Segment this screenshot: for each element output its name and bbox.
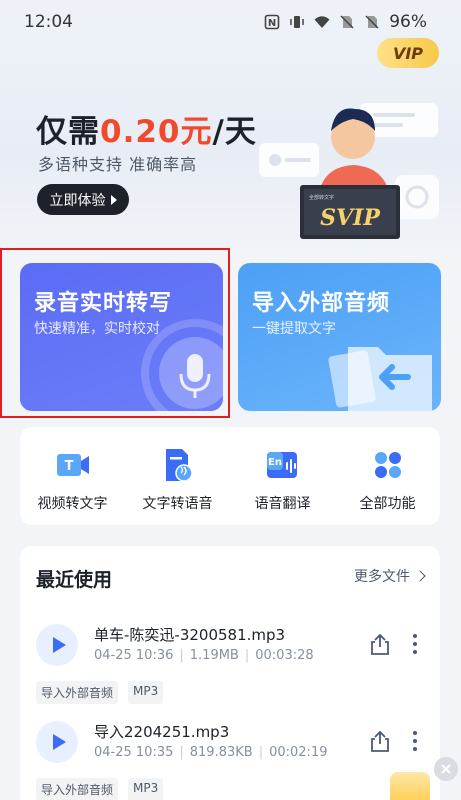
all-features-icon bbox=[374, 452, 401, 478]
play-icon bbox=[52, 637, 66, 653]
import-audio-card[interactable]: 导入外部音频 一键提取文字 bbox=[238, 263, 441, 411]
battery-level: 96% bbox=[389, 12, 427, 32]
more-files-link[interactable]: 更多文件 bbox=[354, 566, 426, 586]
play-button[interactable] bbox=[36, 624, 78, 666]
file-meta: 04-25 10:36 | 1.19MB | 00:03:28 bbox=[94, 648, 314, 663]
tool-label: 文字转语音 bbox=[142, 496, 213, 512]
file-date: 04-25 10:36 bbox=[94, 648, 174, 663]
svg-text:N: N bbox=[268, 18, 276, 29]
status-icons: N 96% bbox=[264, 12, 427, 32]
floating-assistant-widget[interactable] bbox=[390, 772, 430, 800]
folder-import-icon bbox=[328, 347, 432, 411]
file-tag: MP3 bbox=[128, 778, 164, 800]
tool-voice-translate[interactable]: En 语音翻译 bbox=[230, 427, 335, 525]
promo-title[interactable]: 仅需0.20元/天 bbox=[36, 106, 257, 151]
svg-text:En: En bbox=[268, 457, 282, 468]
more-vertical-icon[interactable] bbox=[412, 729, 418, 753]
vip-badge[interactable]: VIP bbox=[377, 38, 439, 68]
voice-translate-icon: En bbox=[266, 452, 297, 478]
svg-text:T: T bbox=[64, 459, 73, 474]
no-sim-icon bbox=[340, 15, 354, 29]
file-name: 导入2204251.mp3 bbox=[94, 723, 230, 741]
recent-title: 最近使用 bbox=[36, 569, 113, 591]
more-files-label: 更多文件 bbox=[354, 569, 410, 585]
highlight-box bbox=[0, 248, 230, 418]
share-icon[interactable] bbox=[368, 632, 392, 656]
promo-title-prefix: 仅需 bbox=[36, 114, 100, 150]
tools-row: T 视频转文字 文字转语音 En 语音翻译 全部功能 bbox=[20, 427, 440, 525]
more-vertical-icon[interactable] bbox=[412, 632, 418, 656]
close-icon[interactable] bbox=[434, 757, 458, 781]
play-button[interactable] bbox=[36, 721, 78, 763]
recent-section: 最近使用 更多文件 单车-陈奕迅-3200581.mp3 04-25 10:36… bbox=[20, 546, 440, 800]
play-arrow-icon bbox=[110, 194, 117, 205]
tool-text-to-speech[interactable]: 文字转语音 bbox=[125, 427, 230, 525]
file-name: 单车-陈奕迅-3200581.mp3 bbox=[94, 626, 286, 644]
file-size: 819.83KB bbox=[189, 745, 253, 760]
try-now-button[interactable]: 立即体验 bbox=[37, 184, 129, 215]
svip-label: SVIP bbox=[320, 205, 381, 231]
file-tags: 导入外部音频 MP3 bbox=[36, 778, 164, 800]
tool-label: 视频转文字 bbox=[37, 496, 108, 512]
file-item[interactable]: 单车-陈奕迅-3200581.mp3 04-25 10:36 | 1.19MB | … bbox=[20, 612, 440, 708]
promo-title-suffix: /天 bbox=[212, 114, 257, 150]
hero-illustration: 全部转文字 SVIP bbox=[259, 103, 439, 239]
share-icon[interactable] bbox=[368, 729, 392, 753]
try-now-label: 立即体验 bbox=[49, 192, 106, 209]
file-date: 04-25 10:35 bbox=[94, 745, 174, 760]
file-item[interactable]: 导入2204251.mp3 04-25 10:35 | 819.83KB | 00:… bbox=[20, 709, 440, 800]
file-tags: 导入外部音频 MP3 bbox=[36, 681, 164, 704]
promo-card-small-text: 全部转文字 bbox=[309, 194, 334, 201]
file-duration: 00:02:19 bbox=[269, 745, 328, 760]
status-time: 12:04 bbox=[24, 12, 73, 32]
wifi-icon bbox=[314, 16, 330, 28]
file-size: 1.19MB bbox=[189, 648, 239, 663]
text-to-speech-icon bbox=[165, 449, 193, 482]
file-tag: 导入外部音频 bbox=[36, 681, 119, 704]
file-tag: MP3 bbox=[128, 681, 164, 704]
video-to-text-icon: T bbox=[56, 454, 89, 476]
file-meta: 04-25 10:35 | 819.83KB | 00:02:19 bbox=[94, 745, 328, 760]
nfc-icon: N bbox=[264, 14, 280, 30]
tool-all-features[interactable]: 全部功能 bbox=[335, 427, 440, 525]
tool-label: 全部功能 bbox=[359, 496, 416, 512]
import-card-subtitle: 一键提取文字 bbox=[252, 321, 336, 337]
import-card-title: 导入外部音频 bbox=[252, 291, 391, 316]
promo-price: 0.20元 bbox=[100, 114, 213, 150]
file-tag: 导入外部音频 bbox=[36, 778, 119, 800]
tool-label: 语音翻译 bbox=[254, 496, 311, 512]
no-sim-icon-2 bbox=[365, 15, 379, 29]
promo-subtitle: 多语种支持 准确率高 bbox=[38, 155, 198, 174]
file-duration: 00:03:28 bbox=[255, 648, 314, 663]
chevron-right-icon bbox=[414, 570, 426, 582]
play-icon bbox=[52, 734, 66, 750]
tool-video-to-text[interactable]: T 视频转文字 bbox=[20, 427, 125, 525]
vibrate-icon bbox=[290, 16, 304, 28]
